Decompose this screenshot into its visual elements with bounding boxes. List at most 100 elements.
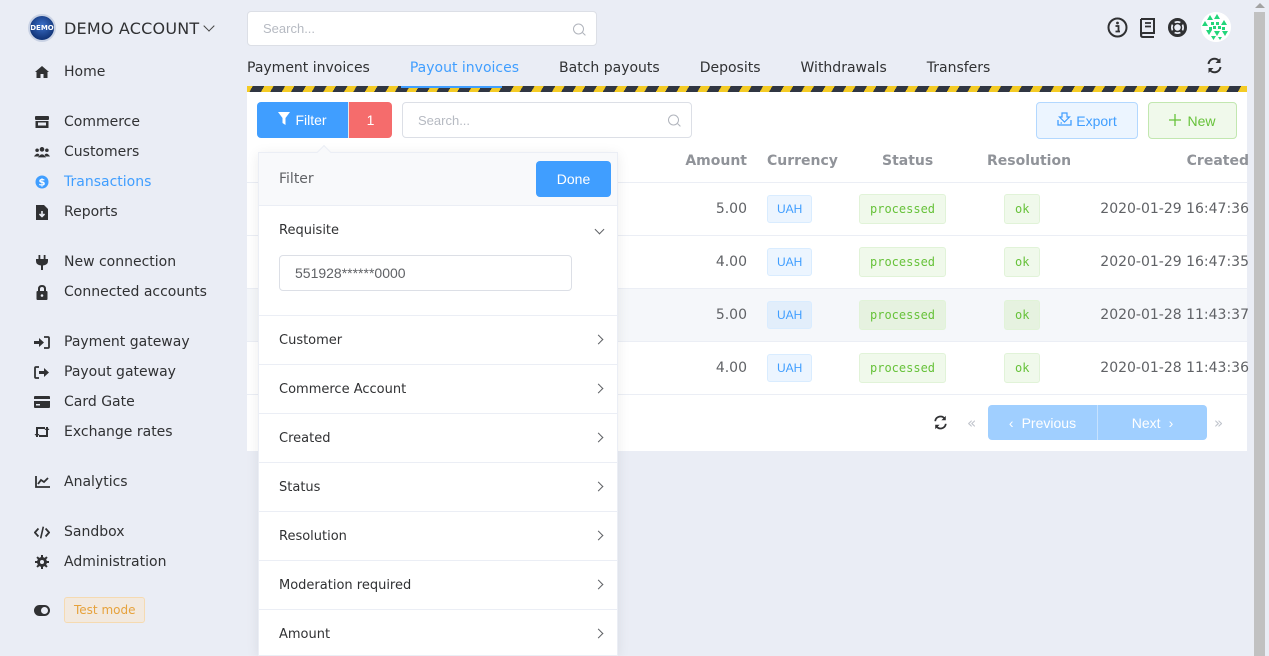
global-search[interactable]: [247, 11, 597, 46]
tab-batch-payouts[interactable]: Batch payouts: [559, 58, 660, 88]
created-cell: 2020-01-28 11:43:36: [1100, 360, 1249, 376]
new-button[interactable]: New: [1148, 102, 1237, 139]
filter-section-resolution[interactable]: Resolution: [259, 512, 617, 561]
active-filters-count[interactable]: 1: [348, 102, 392, 138]
currency-tag: UAH: [767, 354, 813, 382]
chevron-right-icon: [593, 530, 604, 541]
next-label: Next: [1131, 414, 1161, 431]
sidebar-item-sandbox[interactable]: Sandbox: [34, 521, 125, 543]
file-download-icon: [34, 204, 50, 220]
column-header-resolution[interactable]: Resolution: [987, 153, 1071, 169]
filter-icon: [278, 112, 291, 128]
filter-button[interactable]: Filter: [257, 102, 348, 138]
sidebar-item-commerce[interactable]: Commerce: [34, 111, 140, 133]
amount-cell: 5.00: [715, 307, 747, 323]
status-badge: processed: [859, 247, 947, 277]
sidebar-item-label: Analytics: [64, 474, 128, 490]
account-switcher[interactable]: DEMO DEMO ACCOUNT: [28, 14, 216, 42]
refresh-icon[interactable]: [1206, 57, 1223, 78]
page-scrollbar[interactable]: [1252, 0, 1269, 656]
sidebar-item-customers[interactable]: Customers: [34, 141, 139, 163]
table-search-input[interactable]: [403, 103, 691, 137]
chevron-down-icon: [203, 20, 216, 32]
column-header-created[interactable]: Created: [1187, 153, 1249, 169]
info-icon[interactable]: [1107, 17, 1128, 38]
currency-tag: UAH: [767, 301, 813, 329]
code-icon: [34, 524, 50, 540]
sidebar-item-connected-accounts[interactable]: Connected accounts: [34, 281, 207, 303]
filter-section-customer[interactable]: Customer: [259, 316, 617, 365]
credit-card-icon: [34, 394, 50, 410]
created-cell: 2020-01-29 16:47:35: [1100, 254, 1249, 270]
requisite-field[interactable]: [279, 255, 572, 291]
sidebar-item-payment-gateway[interactable]: Payment gateway: [34, 331, 190, 353]
filter-label-requisite[interactable]: Requisite: [279, 223, 339, 238]
filter-section-moderation-required[interactable]: Moderation required: [259, 561, 617, 610]
resolution-badge: ok: [1004, 353, 1041, 383]
filter-section-amount[interactable]: Amount: [259, 610, 617, 656]
column-header-status[interactable]: Status: [882, 153, 933, 169]
previous-label: Previous: [1021, 414, 1077, 431]
chevron-right-icon: [593, 334, 604, 345]
tab-withdrawals[interactable]: Withdrawals: [801, 58, 887, 88]
sidebar-item-administration[interactable]: Administration: [34, 551, 166, 573]
test-mode-badge[interactable]: Test mode: [64, 597, 146, 623]
sidebar-item-card-gate[interactable]: Card Gate: [34, 391, 135, 413]
done-button[interactable]: Done: [536, 161, 611, 197]
sidebar-item-label: Exchange rates: [64, 424, 173, 440]
chevron-left-icon: ‹: [1008, 414, 1014, 431]
retweet-icon: [34, 424, 50, 440]
avatar[interactable]: [1201, 12, 1231, 42]
requisite-input[interactable]: [280, 256, 571, 290]
reload-icon[interactable]: [933, 415, 948, 434]
filter-section-commerce-account[interactable]: Commerce Account: [259, 365, 617, 414]
scrollbar-thumb[interactable]: [1254, 12, 1265, 656]
amount-cell: 4.00: [715, 360, 747, 376]
download-icon: [1057, 112, 1072, 129]
book-icon[interactable]: [1137, 17, 1158, 38]
table-search[interactable]: [402, 102, 692, 138]
life-ring-icon[interactable]: [1167, 17, 1188, 38]
resolution-badge: ok: [1004, 194, 1041, 224]
test-mode-toggle[interactable]: [34, 599, 50, 621]
column-header-amount[interactable]: Amount: [685, 153, 747, 169]
filter-label: Customer: [279, 333, 343, 348]
sidebar-item-reports[interactable]: Reports: [34, 201, 118, 223]
home-icon: [34, 64, 50, 80]
sidebar-item-analytics[interactable]: Analytics: [34, 471, 128, 493]
tab-transfers[interactable]: Transfers: [927, 58, 991, 88]
sign-in-icon: [34, 334, 50, 350]
filter-label: Status: [279, 480, 321, 495]
filter-section-status[interactable]: Status: [259, 463, 617, 512]
sidebar-item-label: Administration: [64, 554, 167, 570]
export-button[interactable]: Export: [1036, 102, 1138, 139]
sidebar-item-exchange-rates[interactable]: Exchange rates: [34, 421, 173, 443]
sidebar-item-payout-gateway[interactable]: Payout gateway: [34, 361, 176, 383]
filter-label: Commerce Account: [279, 382, 407, 397]
previous-page-button[interactable]: ‹ Previous: [988, 405, 1098, 440]
last-page-icon[interactable]: »: [1214, 414, 1223, 432]
filter-section-created[interactable]: Created: [259, 414, 617, 463]
currency-tag: UAH: [767, 248, 813, 276]
filter-label: Moderation required: [279, 578, 412, 593]
search-icon: [573, 23, 584, 34]
transaction-tabs: Payment invoices Payout invoices Batch p…: [247, 58, 1030, 90]
chevron-right-icon: [593, 579, 604, 590]
next-page-button[interactable]: Next ›: [1098, 405, 1207, 440]
sidebar-item-home[interactable]: Home: [34, 61, 105, 83]
tab-payout-invoices[interactable]: Payout invoices: [409, 58, 520, 90]
tab-deposits[interactable]: Deposits: [700, 58, 761, 88]
scroll-up-arrow[interactable]: [1255, 3, 1265, 8]
sidebar-item-new-connection[interactable]: New connection: [34, 251, 176, 273]
chevron-down-icon[interactable]: [594, 224, 605, 235]
filter-section-requisite: Requisite: [259, 206, 617, 316]
column-header-currency[interactable]: Currency: [767, 153, 838, 169]
created-cell: 2020-01-29 16:47:36: [1100, 201, 1249, 217]
filter-dropdown-title: Filter: [279, 171, 314, 187]
pagination: ‹ Previous Next ›: [988, 405, 1207, 440]
tab-payment-invoices[interactable]: Payment invoices: [247, 58, 370, 88]
account-name: DEMO ACCOUNT: [64, 18, 200, 38]
sidebar-item-transactions[interactable]: $ Transactions: [34, 171, 151, 193]
first-page-icon[interactable]: «: [967, 414, 976, 432]
global-search-input[interactable]: [248, 12, 596, 45]
